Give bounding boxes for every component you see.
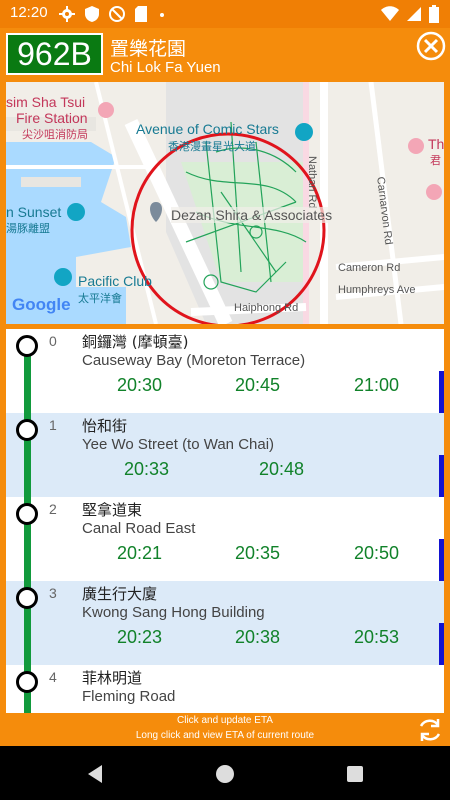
route-map[interactable]: sim Sha Tsui Fire Station 尖沙咀消防局 Avenue … xyxy=(6,82,444,324)
stop-marker xyxy=(16,335,38,357)
status-bar: 12:20 xyxy=(0,0,450,28)
stop-row-0[interactable]: 0 銅鑼灣 (摩頓臺) Causeway Bay (Moreton Terrac… xyxy=(6,329,444,413)
refresh-icon[interactable] xyxy=(416,716,444,744)
shield-icon xyxy=(85,6,99,22)
eta-edge-bar xyxy=(439,539,444,581)
google-logo: Google xyxy=(12,295,71,314)
stop-name-en: Fleming Road xyxy=(82,688,176,705)
stop-row-2[interactable]: 2 堅拿道東 Canal Road East 20:21 20:35 20:50 xyxy=(6,497,444,581)
stop-name-zh: 菲林明道 xyxy=(82,669,143,687)
signal-icon xyxy=(406,7,421,21)
blocked-circle-icon xyxy=(109,6,125,22)
stop-seq: 2 xyxy=(49,501,57,517)
map-label-nathan: Nathan Rd xyxy=(306,156,318,209)
eta-time: 20:23 xyxy=(117,627,163,647)
stop-seq: 1 xyxy=(49,417,57,433)
stop-row-4[interactable]: 4 菲林明道 Fleming Road xyxy=(6,665,444,713)
eta-time: 20:30 xyxy=(117,375,163,395)
map-label-dezan: Dezan Shira & Associates xyxy=(171,207,333,223)
stop-row-3[interactable]: 3 廣生行大廈 Kwong Sang Hong Building 20:23 2… xyxy=(6,581,444,665)
system-nav-bar xyxy=(0,746,450,800)
stop-marker xyxy=(16,503,38,525)
stop-name-zh: 銅鑼灣 (摩頓臺) xyxy=(82,333,189,351)
gear-icon xyxy=(59,6,75,22)
recents-square-icon[interactable] xyxy=(344,763,366,785)
footer-hint-1: Click and update ETA xyxy=(177,715,273,726)
route-number: 962B xyxy=(6,33,103,75)
map-label-cameron: Cameron Rd xyxy=(338,262,401,274)
home-circle-icon[interactable] xyxy=(214,763,236,785)
status-time: 12:20 xyxy=(10,4,48,21)
map-label-sunset-en: n Sunset xyxy=(6,204,62,220)
eta-time: 20:38 xyxy=(235,627,281,647)
map-label-humphreys: Humphreys Ave xyxy=(338,284,416,296)
map-label-fire-2: Fire Station xyxy=(16,110,88,126)
stop-seq: 0 xyxy=(49,333,57,349)
dot-icon xyxy=(160,13,164,17)
eta-time: 20:21 xyxy=(117,543,163,563)
map-label-comic-en: Avenue of Comic Stars xyxy=(136,121,279,137)
map-label-jun: 君 xyxy=(430,155,441,167)
stop-name-zh: 廣生行大廈 xyxy=(82,585,158,603)
stop-name-en: Canal Road East xyxy=(82,520,196,537)
stop-seq: 4 xyxy=(49,669,57,685)
stop-seq: 3 xyxy=(49,585,57,601)
footer-hint-2: Long click and view ETA of current route xyxy=(135,730,315,741)
stop-marker xyxy=(16,671,38,693)
status-right-icons xyxy=(380,5,440,27)
eta-time: 20:33 xyxy=(124,459,170,479)
sd-card-icon xyxy=(135,6,147,22)
stop-name-en: Causeway Bay (Moreton Terrace) xyxy=(82,352,306,369)
stop-row-1[interactable]: 1 怡和街 Yee Wo Street (to Wan Chai) 20:33 … xyxy=(6,413,444,497)
eta-footer[interactable]: Click and update ETA Long click and view… xyxy=(0,713,450,746)
stop-name-en: Yee Wo Street (to Wan Chai) xyxy=(82,436,275,453)
eta-edge-bar xyxy=(439,371,444,413)
stop-name-zh: 堅拿道東 xyxy=(82,501,143,519)
route-header: 962B 置樂花園 Chi Lok Fa Yuen xyxy=(0,28,450,80)
map-label-haiphong: Haiphong Rd xyxy=(234,302,299,314)
map-label-comic-zh: 香港漫畫星光大道 xyxy=(168,141,256,153)
back-triangle-icon[interactable] xyxy=(84,763,106,785)
eta-time: 20:45 xyxy=(235,375,281,395)
stop-marker xyxy=(16,587,38,609)
map-label-fire-zh: 尖沙咀消防局 xyxy=(22,129,88,141)
map-label-sunset-zh: 湯豚離盟 xyxy=(6,223,50,235)
stop-list[interactable]: 0 銅鑼灣 (摩頓臺) Causeway Bay (Moreton Terrac… xyxy=(6,329,444,713)
stop-name-zh: 怡和街 xyxy=(82,417,128,435)
eta-time: 20:53 xyxy=(354,627,400,647)
map-label-pacific-zh: 太平洋會 xyxy=(78,293,122,305)
destination-en: Chi Lok Fa Yuen xyxy=(110,59,221,76)
map-label-pacific-en: Pacific Club xyxy=(78,273,152,289)
wifi-icon xyxy=(380,6,399,21)
eta-time: 20:35 xyxy=(235,543,281,563)
eta-edge-bar xyxy=(439,455,444,497)
map-label-tho: Tho xyxy=(428,136,444,152)
map-label-fire-1: sim Sha Tsui xyxy=(6,94,86,110)
eta-time: 21:00 xyxy=(354,375,400,395)
stop-name-en: Kwong Sang Hong Building xyxy=(82,604,265,621)
destination-zh: 置樂花園 xyxy=(110,38,187,60)
eta-time: 20:50 xyxy=(354,543,400,563)
eta-time: 20:48 xyxy=(259,459,305,479)
stop-marker xyxy=(16,419,38,441)
eta-edge-bar xyxy=(439,623,444,665)
battery-icon xyxy=(429,5,439,23)
close-icon[interactable] xyxy=(416,31,446,61)
